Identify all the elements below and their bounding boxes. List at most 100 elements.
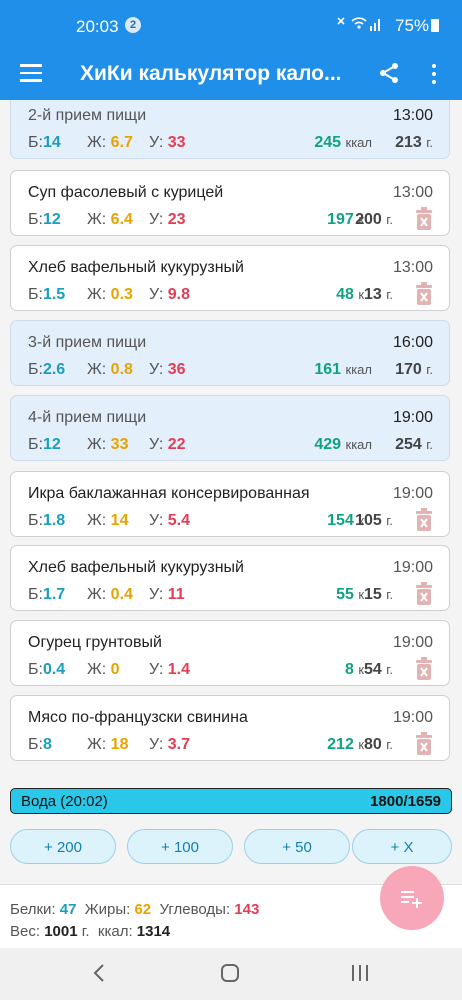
entry-carbs: У: 5.4: [149, 512, 190, 529]
summary-fat-label: Жиры:: [84, 901, 131, 918]
entry-protein: Б:12: [28, 436, 61, 453]
entry-name: Мясо по-французски свинина: [28, 709, 248, 726]
food-entry-card[interactable]: Хлеб вафельный кукурузный 13:00 Б:1.5 Ж: 0.…: [10, 245, 450, 311]
summary-protein-value: 47: [59, 901, 77, 918]
entry-weight: 15 г.: [363, 586, 393, 603]
entry-name: Огурец грунтовый: [28, 634, 162, 651]
entry-time: 13:00: [392, 184, 433, 201]
entry-protein: Б:14: [28, 134, 61, 151]
more-options-icon[interactable]: [432, 64, 438, 88]
entry-protein: Б:2.6: [28, 361, 66, 378]
entry-name: Суп фасолевый с курицей: [28, 184, 224, 201]
meal-group-card[interactable]: 4-й прием пищи 19:00 Б:12 Ж: 33 У: 22 429 кка…: [10, 395, 450, 461]
entry-name: 2-й прием пищи: [28, 107, 147, 124]
entry-weight: 80 г.: [363, 736, 393, 753]
system-nav-bar: [0, 948, 462, 1000]
status-time: 20:03: [76, 17, 119, 36]
entry-name: 4-й прием пищи: [28, 409, 147, 426]
entry-carbs: У: 23: [149, 211, 186, 228]
entry-kcal: 161 ккал: [314, 361, 372, 378]
add-food-fab[interactable]: [380, 866, 444, 930]
entry-fat: Ж: 0: [87, 661, 120, 678]
entry-fat: Ж: 0.3: [87, 286, 133, 303]
entry-weight: 105 г.: [355, 512, 393, 529]
entry-weight: 54 г.: [363, 661, 393, 678]
entry-weight: 170 г.: [395, 361, 433, 378]
delete-icon[interactable]: [415, 582, 433, 606]
entry-weight: 213 г.: [395, 134, 433, 151]
app-title: ХиКи калькулятор кало...: [80, 62, 342, 85]
entry-kcal: 245 ккал: [314, 134, 372, 151]
entry-protein: Б:12: [28, 211, 61, 228]
summary-weight-unit: г.: [81, 923, 90, 940]
food-entry-card[interactable]: Икра баклажанная консервированная 19:00 Б:…: [10, 471, 450, 537]
entry-protein: Б:1.5: [28, 286, 66, 303]
summary-macros-row: Белки: 47 Жиры: 62 Углеводы: 143: [10, 901, 259, 918]
summary-weight-label: Вес:: [10, 923, 41, 940]
delete-icon[interactable]: [415, 732, 433, 756]
entry-fat: Ж: 6.7: [87, 134, 133, 151]
entry-protein: Б:1.8: [28, 512, 66, 529]
summary-kcal-label: ккал:: [97, 923, 133, 940]
signal-wifi-icons: [336, 15, 386, 36]
meal-group-card[interactable]: 2-й прием пищи 13:00 Б:14 Ж: 6.7 У: 33 245 кк…: [10, 100, 450, 159]
home-icon[interactable]: [220, 963, 240, 983]
entry-carbs: У: 36: [149, 361, 186, 378]
entry-carbs: У: 3.7: [149, 736, 190, 753]
entry-carbs: У: 9.8: [149, 286, 190, 303]
water-label: Вода (20:02): [21, 793, 108, 810]
entry-time: 19:00: [392, 409, 433, 426]
entry-weight: 254 г.: [395, 436, 433, 453]
water-value: 1800/1659: [370, 793, 441, 810]
battery-percent: 75%: [395, 16, 430, 35]
add-water-50-button[interactable]: + 50: [244, 829, 350, 864]
summary-weight-value: 1001: [44, 923, 78, 940]
food-entry-list[interactable]: 2-й прием пищи 13:00 Б:14 Ж: 6.7 У: 33 245 кк…: [0, 100, 462, 768]
entry-carbs: У: 33: [149, 134, 186, 151]
food-entry-card[interactable]: Хлеб вафельный кукурузный 19:00 Б:1.7 Ж: 0.…: [10, 545, 450, 611]
summary-carbs-label: Углеводы:: [159, 901, 231, 918]
entry-protein: Б:8: [28, 736, 52, 753]
delete-icon[interactable]: [415, 207, 433, 231]
delete-icon[interactable]: [415, 282, 433, 306]
share-icon[interactable]: [378, 62, 400, 84]
entry-name: Икра баклажанная консервированная: [28, 485, 310, 502]
add-water-200-button[interactable]: + 200: [10, 829, 116, 864]
entry-name: Хлеб вафельный кукурузный: [28, 259, 244, 276]
entry-fat: Ж: 33: [87, 436, 129, 453]
playlist-add-icon: [401, 891, 422, 908]
delete-icon[interactable]: [415, 508, 433, 532]
summary-kcal-value: 1314: [136, 923, 171, 940]
notification-count-badge: 2: [125, 17, 141, 33]
entry-fat: Ж: 0.8: [87, 361, 133, 378]
add-water-100-button[interactable]: + 100: [127, 829, 233, 864]
meal-group-card[interactable]: 3-й прием пищи 16:00 Б:2.6 Ж: 0.8 У: 36 161 к…: [10, 320, 450, 386]
entry-time: 13:00: [392, 107, 433, 124]
add-water-custom-button[interactable]: + X: [352, 829, 452, 864]
water-progress-bar: Вода (20:02) 1800/1659: [10, 788, 452, 814]
summary-carbs-value: 143: [234, 901, 260, 918]
entry-time: 19:00: [392, 485, 433, 502]
entry-time: 19:00: [392, 634, 433, 651]
hamburger-menu-icon[interactable]: [20, 64, 42, 84]
entry-fat: Ж: 14: [87, 512, 129, 529]
entry-fat: Ж: 6.4: [87, 211, 133, 228]
recents-icon[interactable]: [350, 964, 370, 982]
delete-icon[interactable]: [415, 657, 433, 681]
entry-kcal: 8 к: [344, 661, 364, 678]
entry-time: 16:00: [392, 334, 433, 351]
entry-carbs: У: 1.4: [149, 661, 190, 678]
entry-name: 3-й прием пищи: [28, 334, 147, 351]
back-icon[interactable]: [92, 963, 106, 983]
entry-weight: 200 г.: [355, 211, 393, 228]
food-entry-card[interactable]: Суп фасолевый с курицей 13:00 Б:12 Ж: 6.4 У:…: [10, 170, 450, 236]
entry-kcal: 48 к: [336, 286, 364, 303]
entry-time: 19:00: [392, 709, 433, 726]
food-entry-card[interactable]: Огурец грунтовый 19:00 Б:0.4 Ж: 0 У: 1.4 8 к5…: [10, 620, 450, 686]
food-entry-card[interactable]: Мясо по-французски свинина 19:00 Б:8 Ж: 18 У…: [10, 695, 450, 761]
battery-icon: [431, 19, 439, 32]
summary-protein-label: Белки:: [10, 901, 56, 918]
entry-kcal: 212 к: [327, 736, 364, 753]
entry-time: 13:00: [392, 259, 433, 276]
entry-kcal: 429 ккал: [314, 436, 372, 453]
